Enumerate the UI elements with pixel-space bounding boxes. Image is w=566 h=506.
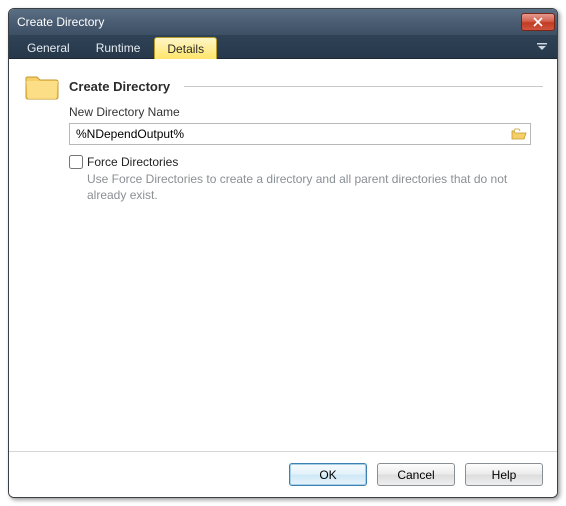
dialog-footer: OK Cancel Help xyxy=(9,451,557,497)
close-icon xyxy=(533,17,543,27)
titlebar: Create Directory xyxy=(9,9,557,35)
tab-general[interactable]: General xyxy=(15,37,82,58)
section-divider xyxy=(184,86,543,87)
window-title: Create Directory xyxy=(17,15,521,29)
tabstrip-overflow-button[interactable] xyxy=(533,39,551,55)
ok-button[interactable]: OK xyxy=(289,463,367,486)
new-directory-row xyxy=(69,123,531,145)
new-directory-input[interactable] xyxy=(74,126,510,142)
close-button[interactable] xyxy=(521,13,555,31)
tabstrip: General Runtime Details xyxy=(9,35,557,59)
cancel-button[interactable]: Cancel xyxy=(377,463,455,486)
section-header: Create Directory xyxy=(23,69,543,103)
section-title: Create Directory xyxy=(69,79,170,94)
content-area: Create Directory New Directory Name Forc… xyxy=(9,59,557,451)
tab-runtime[interactable]: Runtime xyxy=(84,37,153,58)
folder-open-icon xyxy=(511,127,527,141)
force-directories-checkbox[interactable] xyxy=(69,155,83,169)
help-button[interactable]: Help xyxy=(465,463,543,486)
dialog-window: Create Directory General Runtime Details… xyxy=(8,8,558,498)
force-directories-label: Force Directories xyxy=(87,155,178,169)
force-directories-description: Use Force Directories to create a direct… xyxy=(87,171,527,203)
folder-icon xyxy=(23,69,61,103)
new-directory-label: New Directory Name xyxy=(69,105,543,119)
tab-details[interactable]: Details xyxy=(154,37,217,59)
browse-button[interactable] xyxy=(510,126,528,142)
force-directories-row: Force Directories xyxy=(69,155,543,169)
chevron-down-icon xyxy=(536,41,548,53)
form-block: New Directory Name Force Directories Use… xyxy=(69,105,543,203)
